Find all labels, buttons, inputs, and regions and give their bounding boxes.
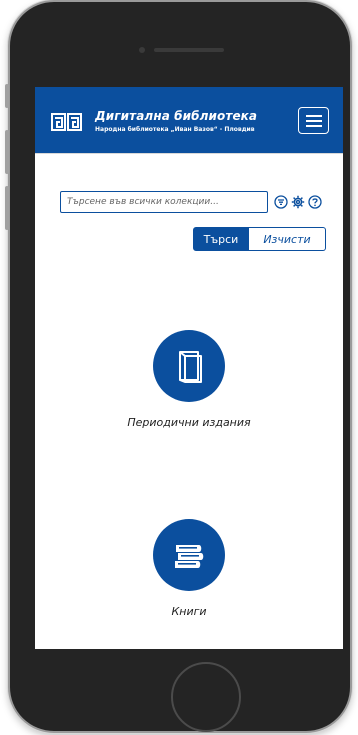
collection-periodicals[interactable]: Периодични издания bbox=[35, 330, 343, 429]
help-icon[interactable] bbox=[308, 195, 322, 209]
site-title[interactable]: Дигитална библиотека bbox=[95, 109, 257, 123]
site-subtitle: Народна библиотека „Иван Вазов“ - Пловди… bbox=[95, 126, 255, 133]
menu-bar-icon bbox=[306, 115, 322, 117]
gear-icon[interactable] bbox=[291, 195, 305, 209]
phone-speaker bbox=[154, 48, 224, 52]
search-input[interactable] bbox=[60, 191, 268, 213]
menu-bar-icon bbox=[306, 120, 322, 122]
books-stack-icon bbox=[175, 545, 204, 568]
phone-volume-down-button bbox=[5, 186, 9, 230]
search-button-group: Търси Изчисти bbox=[193, 227, 326, 251]
app-screen: Дигитална библиотека Народна библиотека … bbox=[35, 87, 343, 649]
search-button[interactable]: Търси bbox=[193, 227, 249, 251]
phone-home-button[interactable] bbox=[171, 662, 241, 732]
journal-icon bbox=[179, 351, 202, 383]
collection-label[interactable]: Периодични издания bbox=[35, 416, 343, 429]
collection-icon-circle[interactable] bbox=[153, 330, 225, 402]
library-logo-icon[interactable] bbox=[51, 113, 82, 131]
hamburger-menu-button[interactable] bbox=[298, 107, 329, 134]
site-header: Дигитална библиотека Народна библиотека … bbox=[35, 87, 343, 154]
phone-camera bbox=[139, 47, 145, 53]
phone-mute-switch bbox=[5, 84, 9, 108]
collection-icon-circle[interactable] bbox=[153, 519, 225, 591]
collection-books[interactable]: Книги bbox=[35, 519, 343, 618]
collection-label[interactable]: Книги bbox=[35, 605, 343, 618]
clear-button[interactable]: Изчисти bbox=[249, 227, 326, 251]
menu-bar-icon bbox=[306, 125, 322, 127]
phone-volume-up-button bbox=[5, 130, 9, 174]
filter-icon[interactable] bbox=[274, 195, 288, 209]
